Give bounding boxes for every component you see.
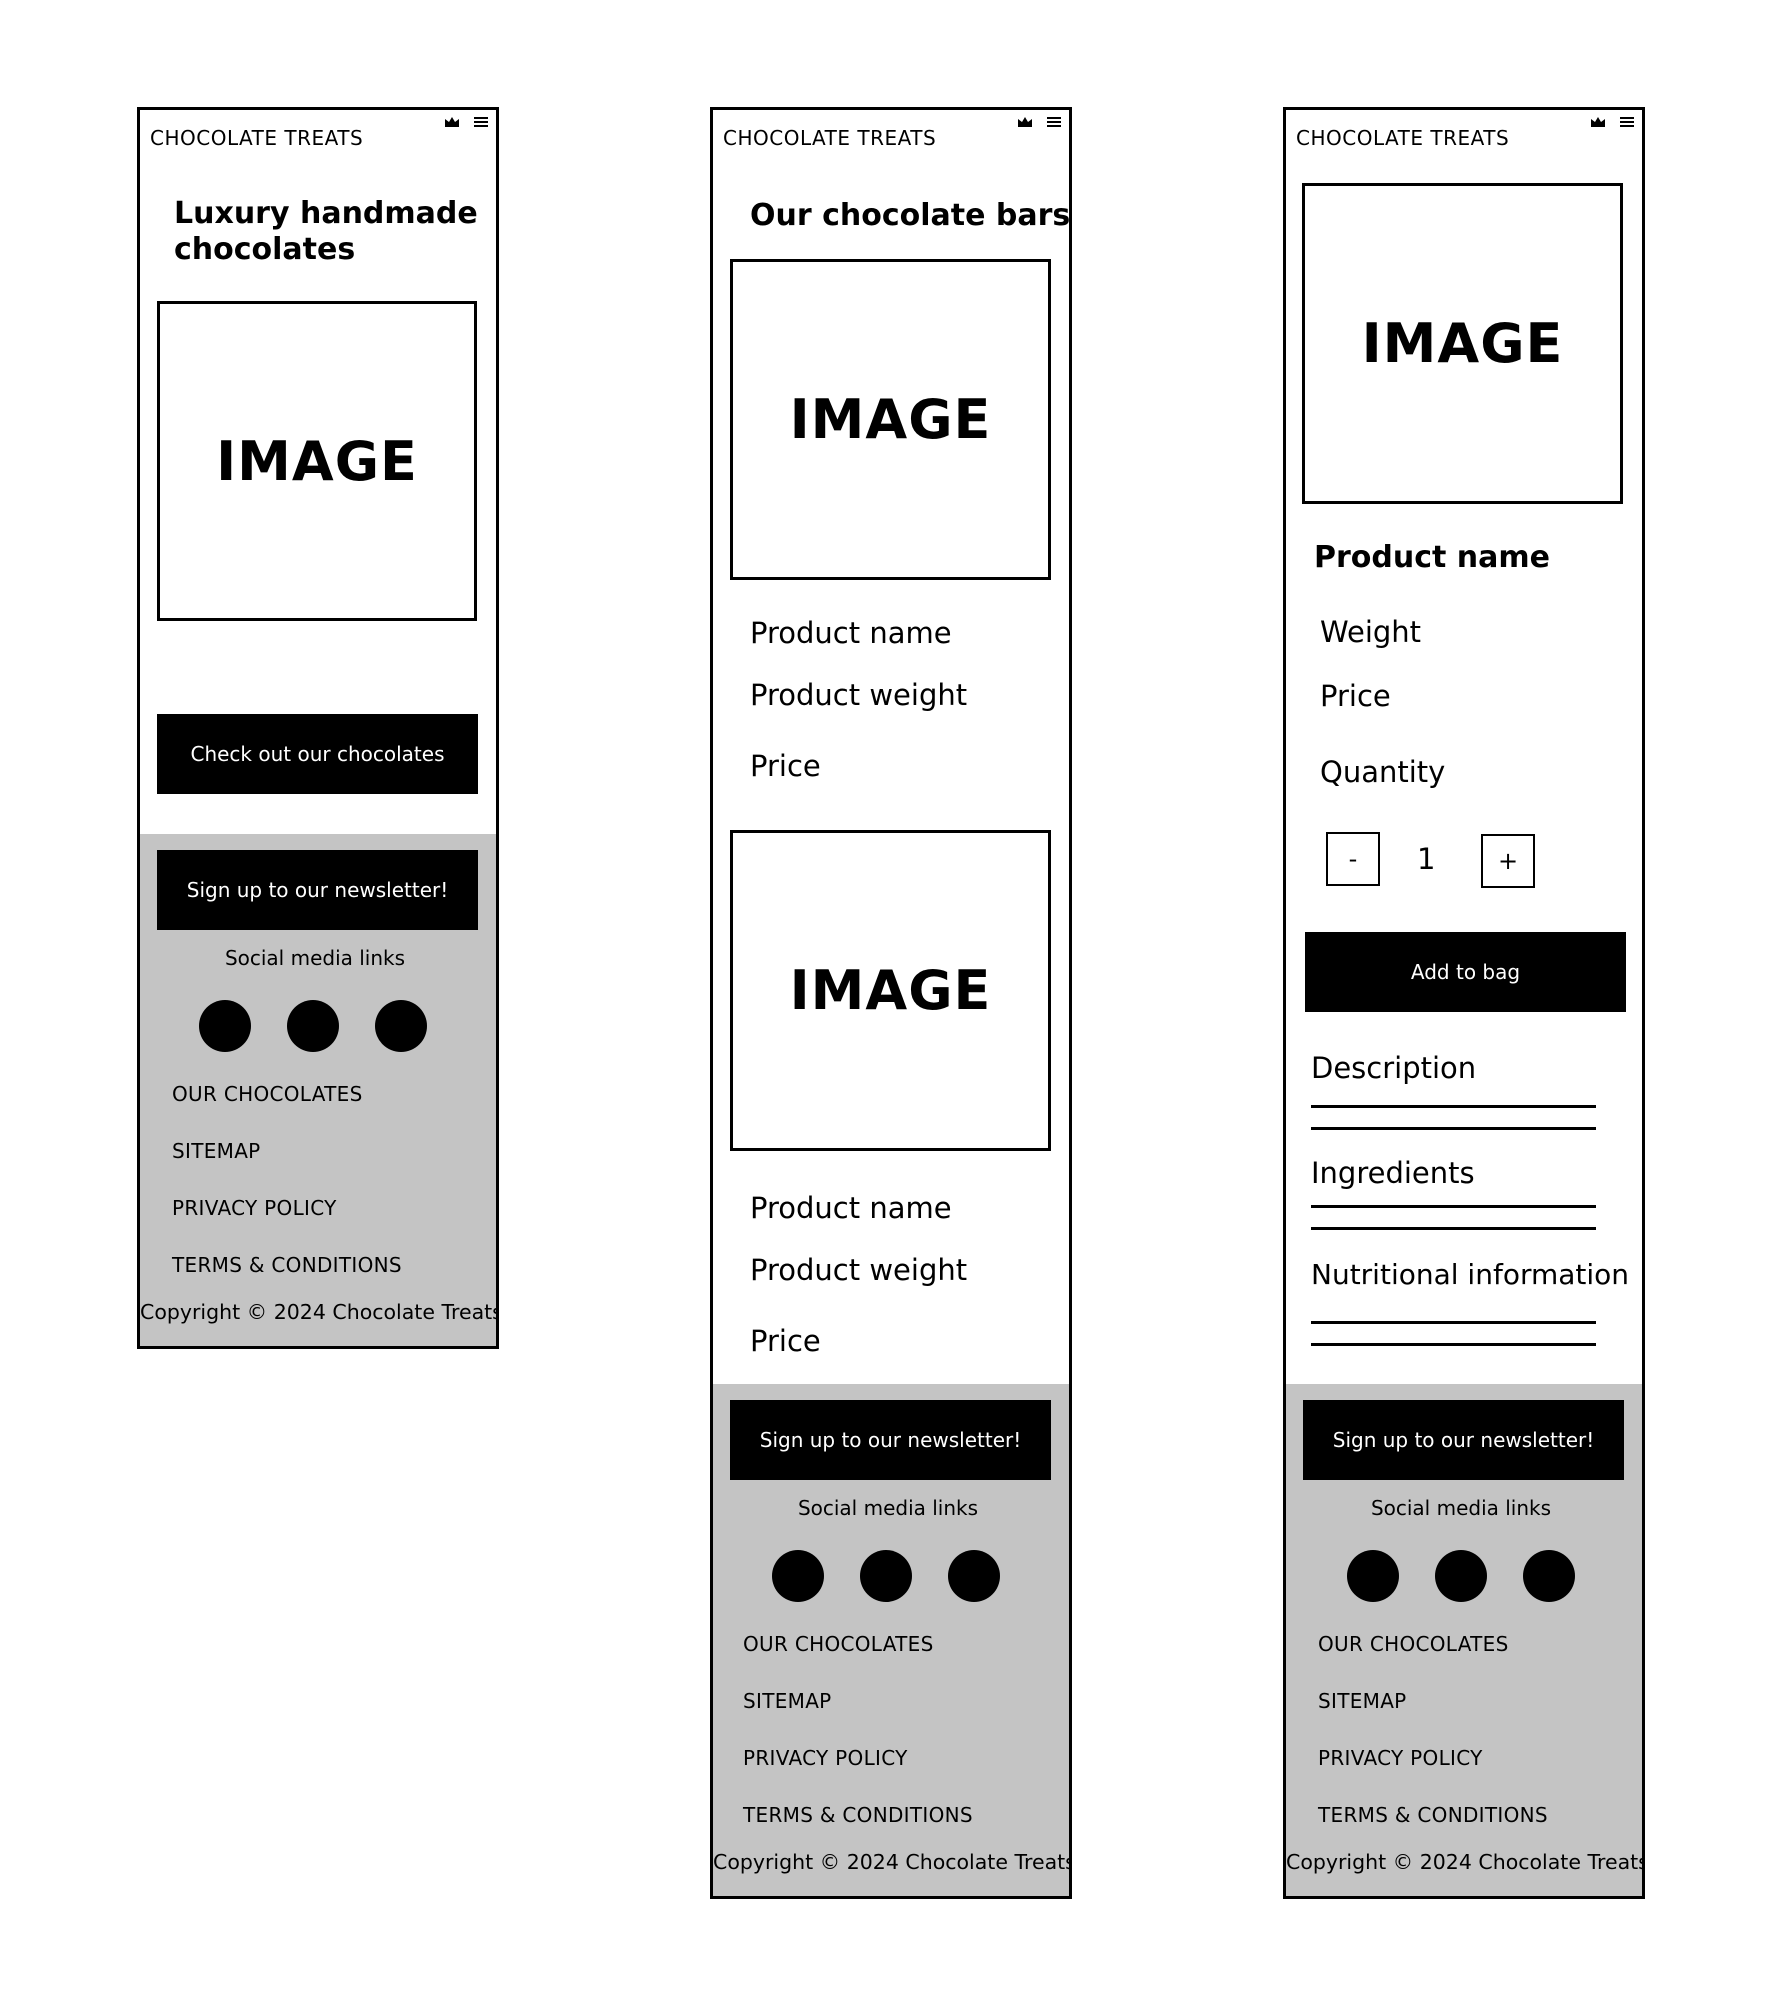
footer: Sign up to our newsletter! Social media … (140, 834, 496, 1346)
product-name-heading: Product name (1314, 540, 1551, 575)
social-media-link-1[interactable] (772, 1550, 824, 1602)
product-image-placeholder[interactable]: IMAGE (730, 259, 1051, 580)
footer: Sign up to our newsletter! Social media … (713, 1384, 1069, 1896)
product-image-placeholder: IMAGE (1302, 183, 1623, 504)
description-divider-1 (1311, 1105, 1596, 1108)
footer-link-privacy-policy[interactable]: PRIVACY POLICY (172, 1196, 337, 1220)
copyright-text: Copyright © 2024 Chocolate Treats (1286, 1850, 1645, 1874)
header-icons (444, 116, 488, 128)
social-media-link-3[interactable] (1523, 1550, 1575, 1602)
footer-link-our-chocolates[interactable]: OUR CHOCOLATES (1318, 1632, 1509, 1656)
footer-link-privacy-policy[interactable]: PRIVACY POLICY (743, 1746, 908, 1770)
hamburger-menu-icon[interactable] (474, 116, 488, 128)
footer-link-our-chocolates[interactable]: OUR CHOCOLATES (172, 1082, 363, 1106)
brand-logo[interactable]: CHOCOLATE TREATS (1296, 126, 1509, 150)
product-weight: Product weight (750, 1253, 968, 1287)
ingredients-divider-2 (1311, 1227, 1596, 1230)
hero-heading: Luxury handmade chocolates (174, 196, 478, 268)
brand-logo[interactable]: CHOCOLATE TREATS (723, 126, 936, 150)
ingredients-divider-1 (1311, 1205, 1596, 1208)
footer-link-terms-conditions[interactable]: TERMS & CONDITIONS (1318, 1803, 1548, 1827)
social-media-link-3[interactable] (948, 1550, 1000, 1602)
description-divider-2 (1311, 1127, 1596, 1130)
product-image-placeholder[interactable]: IMAGE (730, 830, 1051, 1151)
header-icons (1017, 116, 1061, 128)
hero-image-placeholder: IMAGE (157, 301, 477, 621)
product-weight: Weight (1320, 615, 1422, 649)
product-price: Price (750, 749, 821, 783)
footer: Sign up to our newsletter! Social media … (1286, 1384, 1642, 1896)
add-to-bag-button[interactable]: Add to bag (1305, 932, 1626, 1012)
crown-icon[interactable] (1017, 116, 1033, 128)
newsletter-signup-button[interactable]: Sign up to our newsletter! (1303, 1400, 1624, 1480)
product-price: Price (750, 1324, 821, 1358)
newsletter-signup-button[interactable]: Sign up to our newsletter! (730, 1400, 1051, 1480)
quantity-decrement-button[interactable]: - (1326, 832, 1380, 886)
newsletter-signup-button[interactable]: Sign up to our newsletter! (157, 850, 478, 930)
quantity-label: Quantity (1320, 755, 1446, 789)
footer-link-sitemap[interactable]: SITEMAP (172, 1139, 261, 1163)
description-accordion[interactable]: Description (1311, 1051, 1476, 1085)
social-media-link-2[interactable] (860, 1550, 912, 1602)
crown-icon[interactable] (1590, 116, 1606, 128)
social-media-label: Social media links (224, 946, 406, 970)
social-media-link-2[interactable] (287, 1000, 339, 1052)
social-media-link-3[interactable] (375, 1000, 427, 1052)
brand-logo[interactable]: CHOCOLATE TREATS (150, 126, 363, 150)
product-name[interactable]: Product name (750, 616, 952, 650)
social-media-link-1[interactable] (199, 1000, 251, 1052)
product-detail-screen: CHOCOLATE TREATS IMAGE Product name Weig… (1283, 107, 1645, 1899)
nutritional-divider-2 (1311, 1343, 1596, 1346)
hamburger-menu-icon[interactable] (1620, 116, 1634, 128)
quantity-value: 1 (1417, 842, 1436, 876)
footer-link-our-chocolates[interactable]: OUR CHOCOLATES (743, 1632, 934, 1656)
social-media-label: Social media links (797, 1496, 979, 1520)
footer-link-sitemap[interactable]: SITEMAP (1318, 1689, 1407, 1713)
footer-link-privacy-policy[interactable]: PRIVACY POLICY (1318, 1746, 1483, 1770)
crown-icon[interactable] (444, 116, 460, 128)
quantity-increment-button[interactable]: + (1481, 834, 1535, 888)
check-out-chocolates-button[interactable]: Check out our chocolates (157, 714, 478, 794)
product-weight: Product weight (750, 678, 968, 712)
copyright-text: Copyright © 2024 Chocolate Treats (713, 1850, 1072, 1874)
social-media-link-2[interactable] (1435, 1550, 1487, 1602)
footer-link-terms-conditions[interactable]: TERMS & CONDITIONS (172, 1253, 402, 1277)
nutritional-information-accordion[interactable]: Nutritional information (1311, 1258, 1629, 1291)
hero-heading-line2: chocolates (174, 232, 356, 267)
footer-link-terms-conditions[interactable]: TERMS & CONDITIONS (743, 1803, 973, 1827)
social-media-link-1[interactable] (1347, 1550, 1399, 1602)
product-name[interactable]: Product name (750, 1191, 952, 1225)
header-icons (1590, 116, 1634, 128)
hamburger-menu-icon[interactable] (1047, 116, 1061, 128)
footer-link-sitemap[interactable]: SITEMAP (743, 1689, 832, 1713)
copyright-text: Copyright © 2024 Chocolate Treats (140, 1300, 499, 1324)
page-title: Our chocolate bars (750, 198, 1071, 233)
product-price: Price (1320, 679, 1391, 713)
social-media-label: Social media links (1370, 1496, 1552, 1520)
ingredients-accordion[interactable]: Ingredients (1311, 1156, 1475, 1190)
product-list-screen: CHOCOLATE TREATS Our chocolate bars IMAG… (710, 107, 1072, 1899)
hero-heading-line1: Luxury handmade (174, 196, 478, 231)
home-screen: CHOCOLATE TREATS Luxury handmade chocola… (137, 107, 499, 1349)
nutritional-divider-1 (1311, 1321, 1596, 1324)
